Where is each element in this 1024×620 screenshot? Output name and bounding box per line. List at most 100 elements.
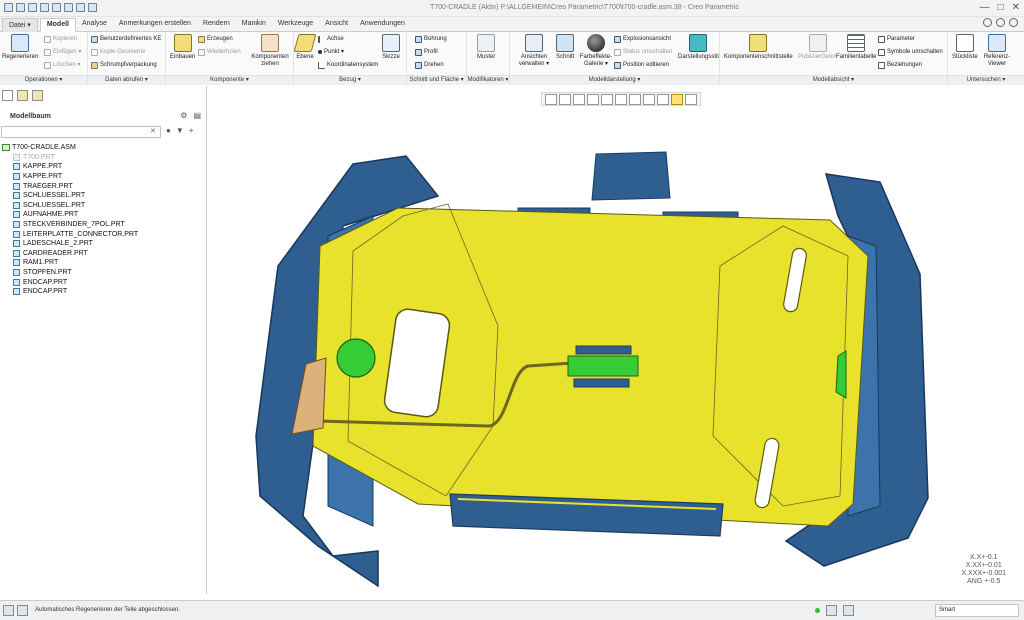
tree-item[interactable]: ENDCAP.PRT — [2, 287, 202, 297]
einfuegen-button[interactable]: Einfügen ▾ — [44, 48, 81, 56]
tree-root-assembly[interactable]: T700-CRADLE.ASM — [2, 143, 202, 153]
window-icon[interactable] — [76, 3, 85, 12]
add-column-icon[interactable]: + — [189, 126, 194, 135]
tree-item[interactable]: KAPPE.PRT — [2, 162, 202, 172]
navigator-toggle-icon[interactable] — [3, 605, 14, 616]
tab-anmerkungen[interactable]: Anmerkungen erstellen — [113, 18, 197, 32]
tree-item[interactable]: TRAEGER.PRT — [2, 181, 202, 191]
daten-group-label[interactable]: Daten abrufen ▾ — [88, 75, 165, 85]
open-file-icon[interactable] — [16, 3, 25, 12]
position-editieren-button[interactable]: Position editieren — [614, 61, 669, 69]
selection-filter-icon[interactable] — [843, 605, 854, 616]
untersuchen-group-label[interactable]: Untersuchen ▾ — [948, 75, 1024, 85]
erzeugen-button[interactable]: Erzeugen — [198, 35, 233, 43]
folder-browser-icon[interactable] — [17, 90, 28, 101]
redo-icon[interactable] — [64, 3, 73, 12]
save-icon[interactable] — [28, 3, 37, 12]
schnitt-view-button[interactable]: Schnitt — [556, 34, 574, 61]
regen-status-icon[interactable] — [815, 608, 820, 613]
kopie-geometrie-button[interactable]: Kopie-Geometrie — [91, 48, 145, 56]
filter-icon[interactable]: ▼ — [176, 126, 184, 135]
loeschen-button[interactable]: Löschen ▾ — [44, 61, 80, 69]
help-icon[interactable] — [1009, 18, 1018, 27]
tab-werkzeuge[interactable]: Werkzeuge — [272, 18, 319, 32]
modellabsicht-group-label[interactable]: Modellabsicht ▾ — [720, 75, 947, 85]
regenerate-icon[interactable] — [40, 3, 49, 12]
operationen-group-label[interactable]: Operationen ▾ — [0, 75, 87, 85]
close-icon[interactable]: ✕ — [1012, 2, 1020, 14]
stueckliste-button[interactable]: Stückliste — [952, 34, 978, 61]
tree-item[interactable]: LADESCHALE_2.PRT — [2, 239, 202, 249]
new-file-icon[interactable] — [4, 3, 13, 12]
achse-button[interactable]: Achse — [318, 35, 344, 43]
close-window-icon[interactable] — [88, 3, 97, 12]
bohrung-button[interactable]: Bohrung — [415, 35, 447, 43]
tree-settings-icon[interactable]: ⚙ — [180, 111, 187, 120]
selection-filter-dropdown[interactable]: Smart — [935, 604, 1019, 617]
tree-item[interactable]: STOPFEN.PRT — [2, 268, 202, 278]
tree-item[interactable]: RAM1.PRT — [2, 258, 202, 268]
komponentenschnittstelle-button[interactable]: Komponentenschnittstelle — [724, 34, 793, 61]
drehen-button[interactable]: Drehen — [415, 61, 444, 69]
undo-icon[interactable] — [52, 3, 61, 12]
muster-button[interactable]: Muster — [477, 34, 495, 61]
tab-rendern[interactable]: Rendern — [197, 18, 236, 32]
maximize-icon[interactable]: □ — [998, 2, 1004, 14]
tree-item[interactable]: KAPPE.PRT — [2, 172, 202, 182]
publiziergeom-button[interactable]: PublizierGeom — [798, 34, 837, 61]
tree-item[interactable]: LEITERPLATTE_CONNECTOR.PRT — [2, 229, 202, 239]
referenz-viewer-button[interactable]: Referenz-Viewer — [982, 34, 1012, 68]
komponente-group-label[interactable]: Komponente ▾ — [166, 75, 293, 85]
minimize-icon[interactable]: — — [980, 2, 990, 14]
skizze-button[interactable]: Skizze — [382, 34, 400, 61]
schrumpfverpackung-button[interactable]: Schrumpfverpackung — [91, 61, 157, 69]
ebene-button[interactable]: Ebene — [293, 34, 317, 61]
tab-manikin[interactable]: Manikin — [236, 18, 272, 32]
profil-button[interactable]: Profil — [415, 48, 438, 56]
ansichten-verwalten-button[interactable]: Ansichten verwalten ▾ — [514, 34, 554, 68]
symbole-umschalten-button[interactable]: Symbole umschalten — [878, 48, 943, 56]
komponenten-ziehen-button[interactable]: Komponenten ziehen — [250, 34, 290, 68]
regenerieren-button[interactable]: Regenerieren — [2, 34, 38, 61]
tree-tab-icon[interactable] — [2, 90, 13, 101]
tree-item[interactable]: SCHLUESSEL.PRT — [2, 191, 202, 201]
tree-item[interactable]: AUFNAHME.PRT — [2, 210, 202, 220]
find-icon[interactable] — [826, 605, 837, 616]
status-umschalten-button[interactable]: Status umschalten — [614, 48, 672, 56]
binoculars-icon[interactable]: ● — [166, 126, 171, 135]
wiederholen-button[interactable]: Wiederholen — [198, 48, 241, 56]
tree-item[interactable]: ENDCAP.PRT — [2, 277, 202, 287]
darstellungsstil-button[interactable]: Darstellungsstil — [678, 34, 719, 61]
familientabelle-button[interactable]: Familientabelle — [836, 34, 876, 61]
tree-item[interactable]: CARDREADER.PRT — [2, 249, 202, 259]
tab-ansicht[interactable]: Ansicht — [319, 18, 354, 32]
settings-icon[interactable] — [983, 18, 992, 27]
browser-toggle-icon[interactable] — [17, 605, 28, 616]
favorites-icon[interactable] — [32, 90, 43, 101]
koordinatensystem-button[interactable]: Koordinatensystem — [318, 61, 378, 69]
tab-analyse[interactable]: Analyse — [76, 18, 113, 32]
tree-item[interactable]: STECKVERBINDER_7POL.PRT — [2, 220, 202, 230]
schnitt-group-label[interactable]: Schnitt und Fläche ▾ — [407, 75, 466, 85]
modifikatoren-group-label[interactable]: Modifikatoren ▾ — [467, 75, 509, 85]
tree-show-icon[interactable]: ▤ — [193, 111, 201, 120]
farbeffekte-galerie-button[interactable]: Farbeffekte-Galerie ▾ — [576, 34, 616, 68]
search-icon[interactable] — [996, 18, 1005, 27]
graphics-viewport[interactable]: X.X+-0.1 X.XX+-0.01 X.XXX+-0.001 ANG +-0… — [208, 86, 1024, 594]
benutzerdefiniertes-ke-button[interactable]: Benutzerdefiniertes KE — [91, 35, 161, 43]
kopieren-button[interactable]: Kopieren — [44, 35, 77, 43]
punkt-button[interactable]: Punkt ▾ — [318, 48, 344, 56]
explosionsansicht-button[interactable]: Explosionsansicht — [614, 35, 671, 43]
search-clear-icon[interactable]: ✕ — [150, 127, 156, 135]
modelldarstellung-group-label[interactable]: Modelldarstellung ▾ — [510, 75, 719, 85]
tab-datei[interactable]: Datei ▾ — [2, 18, 38, 32]
einbauen-button[interactable]: Einbauen — [170, 34, 195, 61]
model-tree-search-input[interactable] — [1, 126, 161, 138]
tab-modell[interactable]: Modell — [39, 18, 76, 32]
beziehungen-button[interactable]: Beziehungen — [878, 61, 922, 69]
parameter-button[interactable]: Parameter — [878, 35, 915, 43]
tree-item[interactable]: SCHLUESSEL.PRT — [2, 201, 202, 211]
tree-item[interactable]: T700.PRT — [2, 153, 202, 163]
tab-anwendungen[interactable]: Anwendungen — [354, 18, 411, 32]
bezug-group-label[interactable]: Bezug ▾ — [294, 75, 406, 85]
